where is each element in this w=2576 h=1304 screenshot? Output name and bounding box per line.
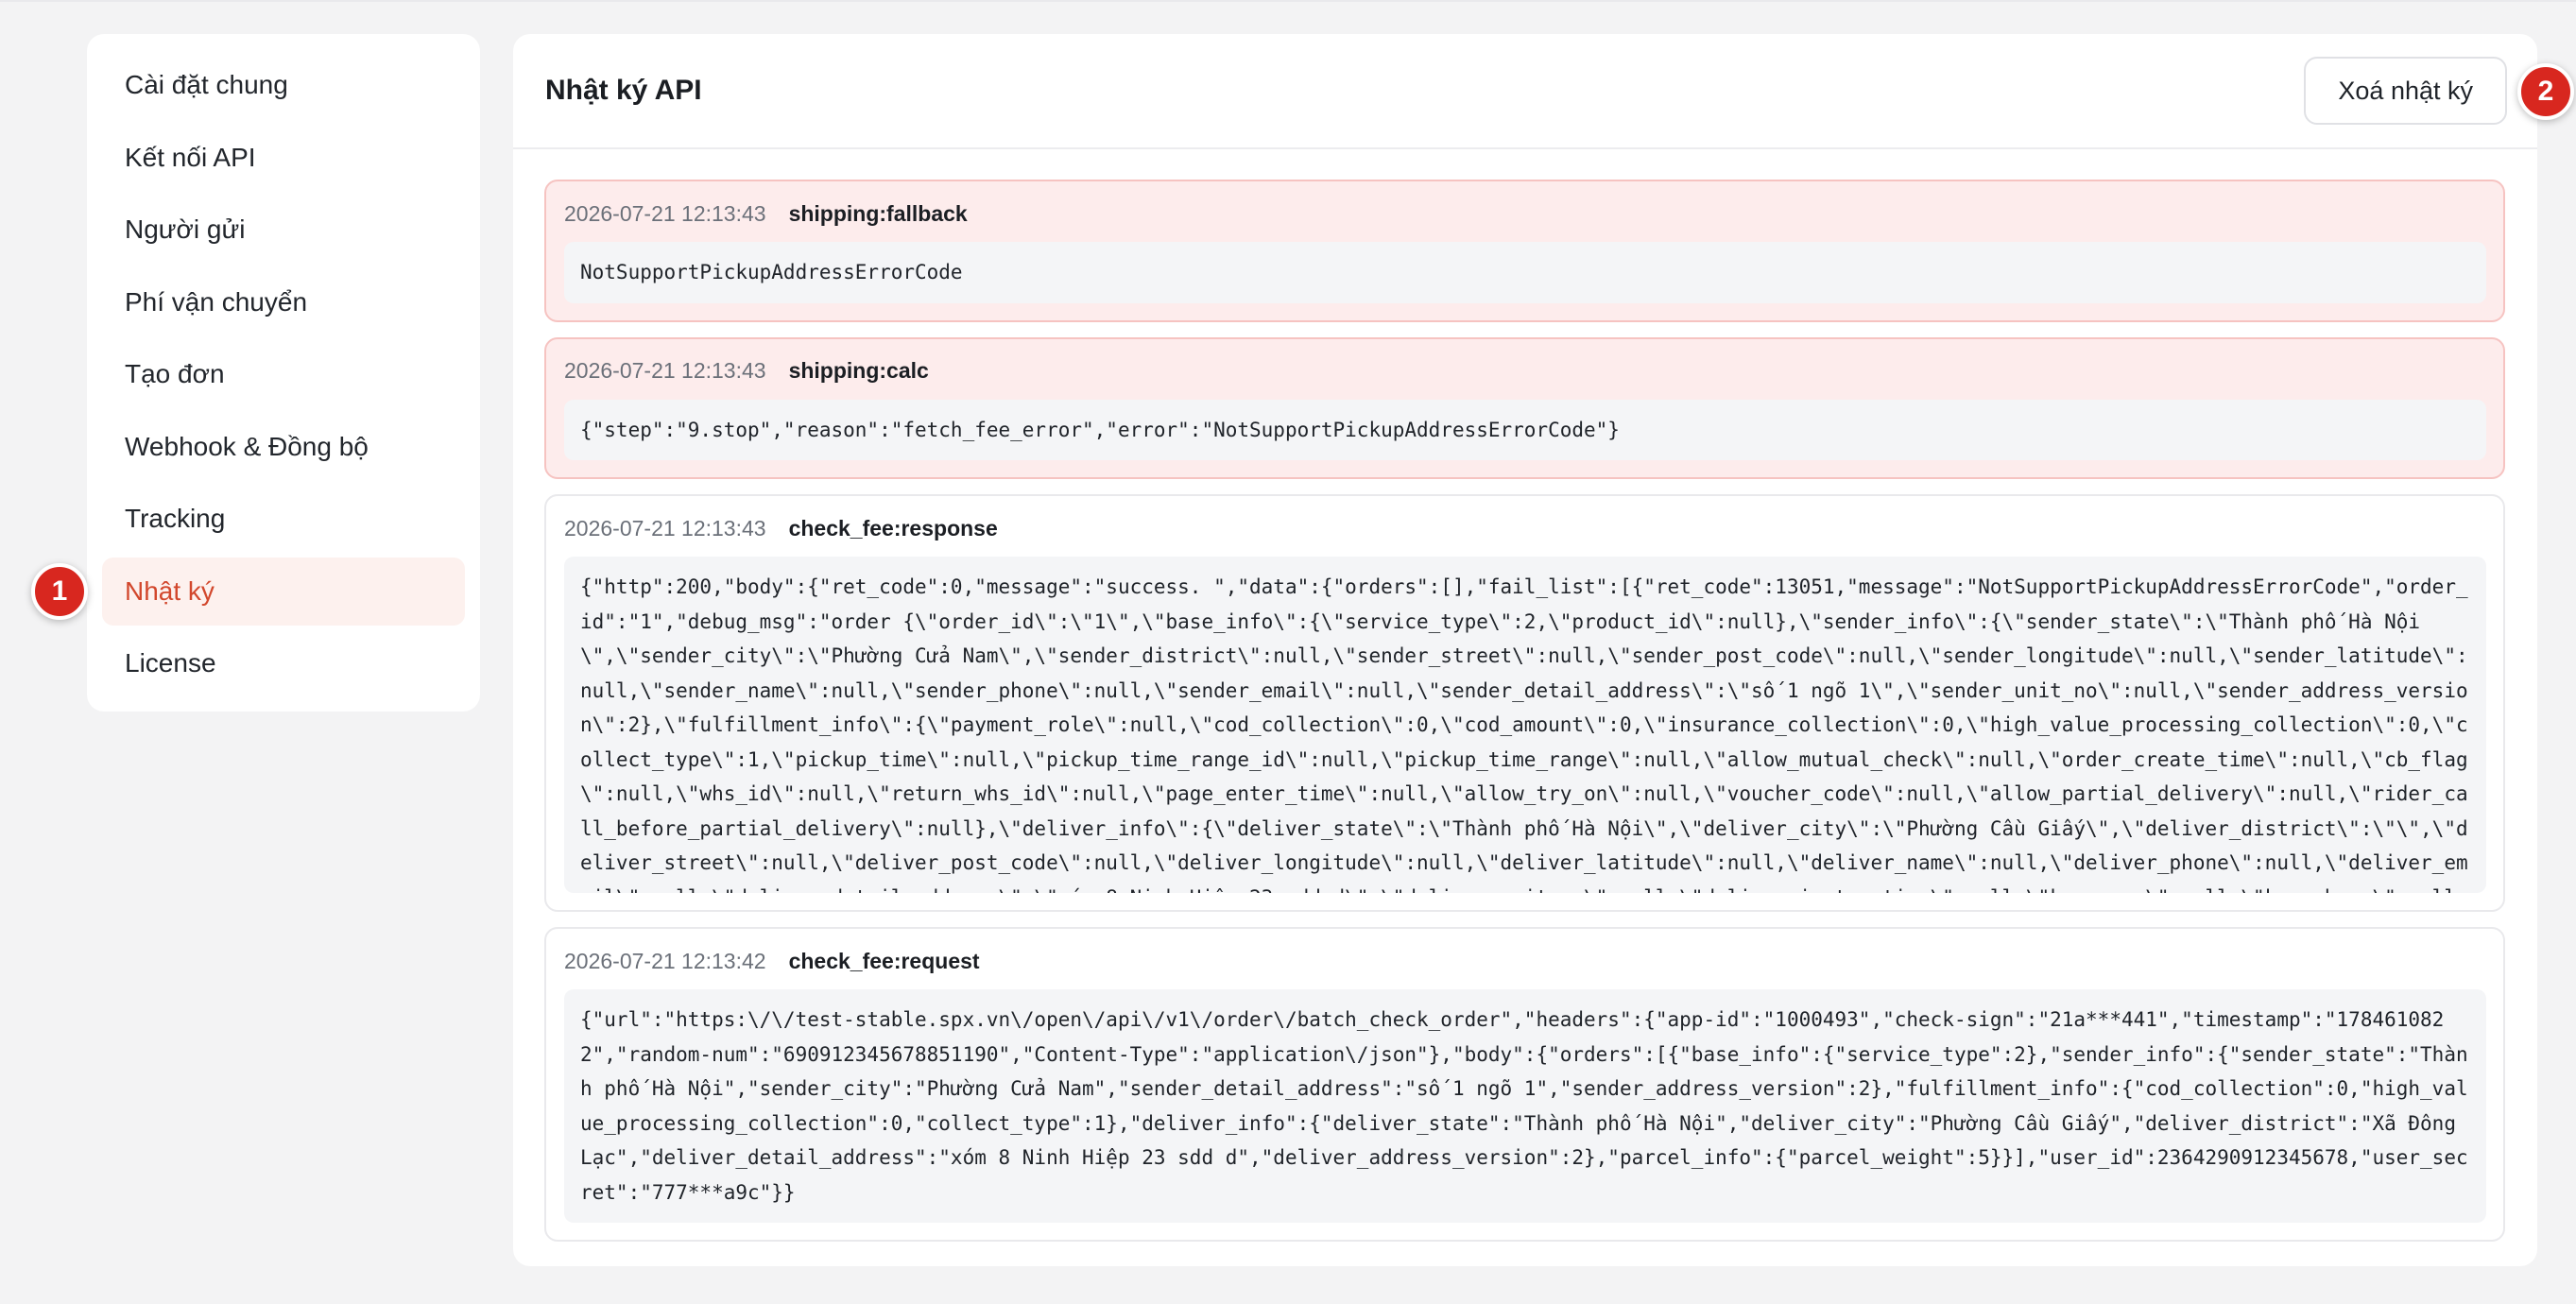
log-timestamp: 2026-07-21 12:13:43 bbox=[564, 515, 766, 540]
sidebar-item-tracking[interactable]: Tracking bbox=[102, 485, 465, 553]
log-entry: 2026-07-21 12:13:42 check_fee:request {"… bbox=[544, 927, 2505, 1242]
log-event-name: shipping:calc bbox=[788, 358, 929, 383]
log-entry-header: 2026-07-21 12:13:42 check_fee:request bbox=[564, 946, 2486, 976]
log-payload: NotSupportPickupAddressErrorCode bbox=[564, 242, 2486, 303]
log-timestamp: 2026-07-21 12:13:42 bbox=[564, 948, 766, 973]
log-payload: {"step":"9.stop","reason":"fetch_fee_err… bbox=[564, 399, 2486, 460]
log-payload-scrollable[interactable]: {"http":200,"body":{"ret_code":0,"messag… bbox=[564, 557, 2486, 893]
api-log-panel: Nhật ký API Xoá nhật ký 2026-07-21 12:13… bbox=[513, 34, 2537, 1266]
log-entry-header: 2026-07-21 12:13:43 shipping:calc bbox=[564, 356, 2486, 386]
log-entry-header: 2026-07-21 12:13:43 check_fee:response bbox=[564, 513, 2486, 543]
settings-sidebar: Cài đặt chung Kết nối API Người gửi Phí … bbox=[87, 34, 480, 712]
clear-log-button[interactable]: Xoá nhật ký bbox=[2304, 57, 2507, 125]
panel-header: Nhật ký API Xoá nhật ký bbox=[513, 34, 2537, 149]
sidebar-item-api-connection[interactable]: Kết nối API bbox=[102, 124, 465, 192]
log-list[interactable]: 2026-07-21 12:13:43 shipping:fallback No… bbox=[513, 149, 2537, 1242]
log-event-name: shipping:fallback bbox=[788, 200, 968, 226]
log-entry-header: 2026-07-21 12:13:43 shipping:fallback bbox=[564, 198, 2486, 229]
sidebar-item-shipping-fee[interactable]: Phí vận chuyển bbox=[102, 268, 465, 336]
sidebar-item-webhook-sync[interactable]: Webhook & Đồng bộ bbox=[102, 413, 465, 481]
log-event-name: check_fee:request bbox=[788, 948, 980, 973]
top-divider bbox=[0, 0, 2576, 2]
log-timestamp: 2026-07-21 12:13:43 bbox=[564, 200, 766, 226]
sidebar-item-license[interactable]: License bbox=[102, 629, 465, 697]
sidebar-item-create-order[interactable]: Tạo đơn bbox=[102, 340, 465, 408]
log-payload: {"url":"https:\/\/test-stable.spx.vn\/op… bbox=[564, 989, 2486, 1223]
log-entry: 2026-07-21 12:13:43 check_fee:response {… bbox=[544, 494, 2505, 912]
log-event-name: check_fee:response bbox=[788, 515, 998, 540]
log-entry: 2026-07-21 12:13:43 shipping:fallback No… bbox=[544, 180, 2505, 322]
log-timestamp: 2026-07-21 12:13:43 bbox=[564, 358, 766, 383]
step-marker-badge: 1 bbox=[31, 563, 88, 620]
step-marker-badge: 2 bbox=[2517, 63, 2574, 120]
sidebar-item-logs[interactable]: Nhật ký bbox=[102, 557, 465, 626]
page-title: Nhật ký API bbox=[545, 75, 702, 106]
sidebar-item-sender[interactable]: Người gửi bbox=[102, 196, 465, 264]
sidebar-item-general-settings[interactable]: Cài đặt chung bbox=[102, 51, 465, 119]
log-entry: 2026-07-21 12:13:43 shipping:calc {"step… bbox=[544, 336, 2505, 479]
